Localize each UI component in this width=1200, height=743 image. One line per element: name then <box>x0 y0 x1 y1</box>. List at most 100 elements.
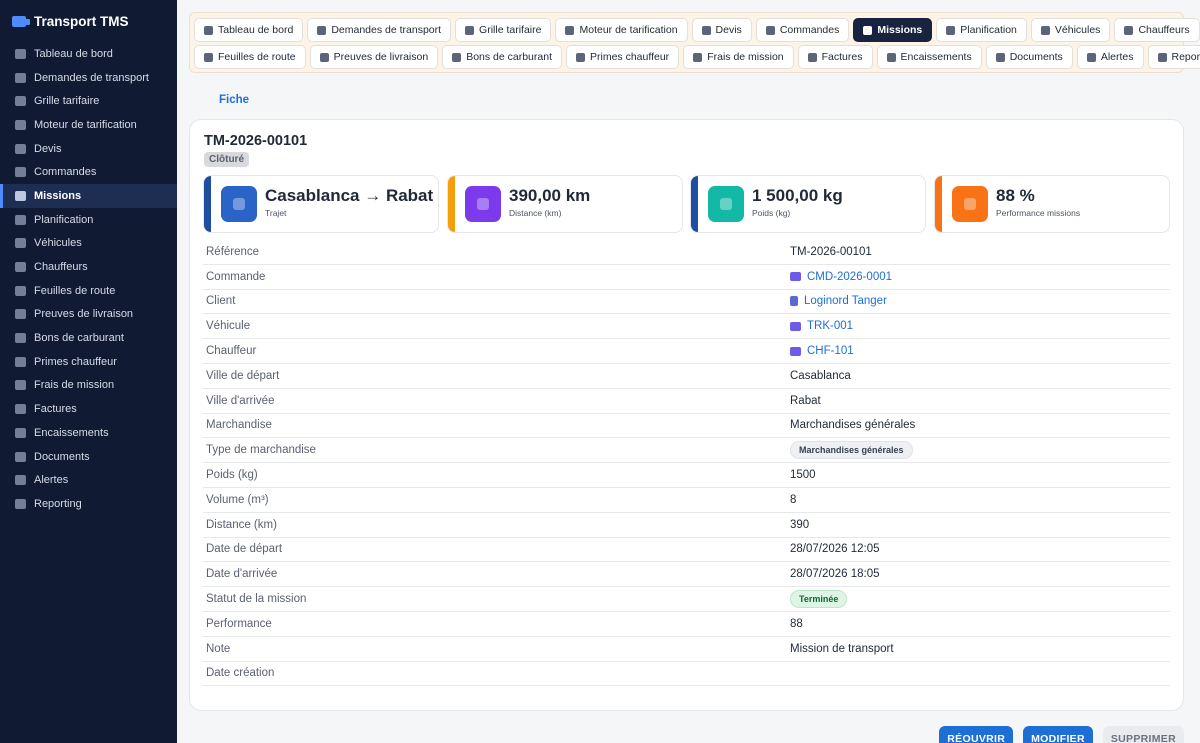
field-value-text: TM-2026-00101 <box>790 245 872 258</box>
record-tabs: Fiche <box>208 84 261 122</box>
module-button-tableau-de-bord[interactable]: Tableau de bord <box>194 18 304 42</box>
module-button-primes-chauffeur[interactable]: Primes chauffeur <box>566 45 680 69</box>
module-button-planification[interactable]: Planification <box>936 18 1027 42</box>
sidebar-item-reporting[interactable]: Reporting <box>0 492 177 516</box>
sidebar-item-demandes-de-transport[interactable]: Demandes de transport <box>0 66 177 90</box>
module-button-preuves-de-livraison[interactable]: Preuves de livraison <box>309 45 439 69</box>
module-icon <box>765 25 775 35</box>
module-button-bons-de-carburant[interactable]: Bons de carburant <box>442 45 562 69</box>
sidebar-item-vehicules[interactable]: Véhicules <box>0 232 177 256</box>
sidebar-item-encaissements[interactable]: Encaissements <box>0 421 177 445</box>
sidebar-item-label: Véhicules <box>34 237 82 250</box>
kpi-icon <box>952 186 988 222</box>
module-button-documents[interactable]: Documents <box>985 45 1073 69</box>
field-row-type-de-marchandise: Type de marchandise Marchandises générale… <box>203 438 1170 464</box>
sidebar-item-label: Grille tarifaire <box>34 95 100 108</box>
request-icon <box>15 72 26 83</box>
module-icon <box>204 25 213 35</box>
sidebar-item-label: Feuilles de route <box>34 284 116 297</box>
field-value: 1500 <box>790 469 816 481</box>
kpi-label: Distance (km) <box>509 208 562 218</box>
module-icon <box>693 52 703 62</box>
sidebar-item-documents[interactable]: Documents <box>0 445 177 469</box>
field-label: Ville d'arrivée <box>206 394 275 407</box>
module-button-demandes-de-transport[interactable]: Demandes de transport <box>307 18 452 42</box>
delete-button[interactable]: SUPPRIMER <box>1102 726 1184 743</box>
field-link[interactable]: CHF-101 <box>807 345 854 357</box>
module-button-label: Documents <box>1009 51 1063 63</box>
kpi-label: Trajet <box>265 208 287 218</box>
sidebar-item-alertes[interactable]: Alertes <box>0 468 177 492</box>
fuel-icon <box>15 333 26 344</box>
module-button-label: Factures <box>821 51 863 63</box>
invoice-icon <box>15 404 26 415</box>
kpi-stripe <box>691 176 698 232</box>
sidebar-item-tableau-de-bord[interactable]: Tableau de bord <box>0 42 177 66</box>
module-button-frais-de-mission[interactable]: Frais de mission <box>683 45 794 69</box>
field-label: Date d'arrivée <box>206 568 278 581</box>
kpi-value: 1 500,00 kg <box>752 186 843 205</box>
field-label: Date de départ <box>206 543 283 556</box>
module-icon <box>886 52 896 62</box>
field-label: Référence <box>206 245 260 258</box>
module-button-encaissements[interactable]: Encaissements <box>876 45 982 69</box>
field-link[interactable]: TRK-001 <box>807 320 853 332</box>
module-icon <box>863 25 873 35</box>
edit-button[interactable]: MODIFIER <box>1023 726 1093 743</box>
app-brand[interactable]: Transport TMS <box>0 0 177 42</box>
sidebar-item-label: Tableau de bord <box>34 47 113 60</box>
module-row-1: Tableau de bord Demandes de transport Gril… <box>194 18 1200 42</box>
record-link-icon <box>790 321 801 331</box>
module-button-moteur-de-tarification[interactable]: Moteur de tarification <box>555 18 688 42</box>
kpi-value: 390,00 km <box>509 186 591 205</box>
module-button-reporting[interactable]: Reporting <box>1147 45 1200 69</box>
module-button-label: Feuilles de route <box>218 51 296 63</box>
sidebar-item-devis[interactable]: Devis <box>0 137 177 161</box>
sidebar-item-primes-chauffeur[interactable]: Primes chauffeur <box>0 350 177 374</box>
module-button-feuilles-de-route[interactable]: Feuilles de route <box>194 45 306 69</box>
module-button-factures[interactable]: Factures <box>797 45 873 69</box>
module-button-commandes[interactable]: Commandes <box>755 18 850 42</box>
field-value: 28/07/2026 18:05 <box>790 568 880 580</box>
module-button-grille-tarifaire[interactable]: Grille tarifaire <box>455 18 552 42</box>
field-row-reference: Référence TM-2026-00101 <box>203 240 1170 265</box>
reopen-button[interactable]: RÉOUVRIR <box>939 726 1014 743</box>
sidebar-item-frais-de-mission[interactable]: Frais de mission <box>0 374 177 398</box>
module-icon <box>565 25 575 35</box>
field-row-poids-kg: Poids (kg) 1500 <box>203 463 1170 488</box>
paperclip-icon <box>15 451 26 462</box>
module-button-chauffeurs[interactable]: Chauffeurs <box>1114 18 1200 42</box>
field-value: TRK-001 <box>790 320 853 332</box>
sidebar-item-feuilles-de-route[interactable]: Feuilles de route <box>0 279 177 303</box>
sidebar-item-missions[interactable]: Missions <box>0 184 177 208</box>
document-icon <box>15 143 26 154</box>
sidebar-item-planification[interactable]: Planification <box>0 208 177 232</box>
sidebar-item-commandes[interactable]: Commandes <box>0 160 177 184</box>
sidebar-item-moteur-de-tarification[interactable]: Moteur de tarification <box>0 113 177 137</box>
route-icon <box>15 285 26 296</box>
module-button-missions[interactable]: Missions <box>853 18 933 42</box>
field-value: 88 <box>790 618 803 630</box>
field-value: Rabat <box>790 395 821 407</box>
field-link[interactable]: Loginord Tanger <box>804 295 887 307</box>
tab-fiche[interactable]: Fiche <box>208 84 261 122</box>
sidebar-item-factures[interactable]: Factures <box>0 397 177 421</box>
field-link[interactable]: CMD-2026-0001 <box>807 271 892 283</box>
sidebar-item-bons-de-carburant[interactable]: Bons de carburant <box>0 326 177 350</box>
sidebar-item-label: Frais de mission <box>34 379 115 392</box>
field-value-text: 390 <box>790 518 810 531</box>
sidebar-item-label: Missions <box>34 189 82 202</box>
module-icon <box>452 52 462 62</box>
kpi-icon <box>708 186 744 222</box>
sidebar-item-preuves-de-livraison[interactable]: Preuves de livraison <box>0 303 177 327</box>
field-value: CHF-101 <box>790 345 854 357</box>
module-icon <box>807 52 817 62</box>
field-value: TM-2026-00101 <box>790 246 872 258</box>
sidebar-item-chauffeurs[interactable]: Chauffeurs <box>0 255 177 279</box>
field-row-date-de-depart: Date de départ 28/07/2026 12:05 <box>203 538 1170 563</box>
module-button-alertes[interactable]: Alertes <box>1076 45 1144 69</box>
module-button-devis[interactable]: Devis <box>691 18 752 42</box>
field-row-distance-km: Distance (km) 390 <box>203 513 1170 538</box>
sidebar-item-grille-tarifaire[interactable]: Grille tarifaire <box>0 89 177 113</box>
module-button-vehicules[interactable]: Véhicules <box>1030 18 1111 42</box>
